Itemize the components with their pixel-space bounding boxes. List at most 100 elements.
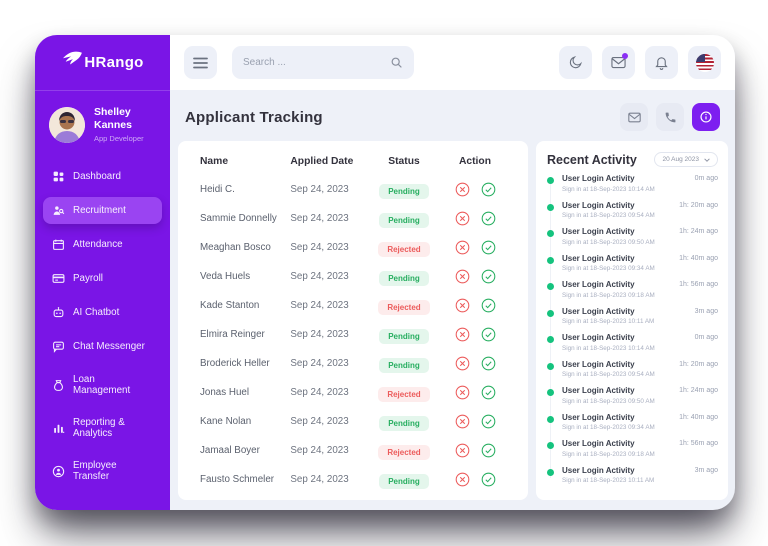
reject-icon[interactable] xyxy=(455,211,470,226)
table-row: Kane Nolan Sep 24, 2023 Pending xyxy=(178,407,528,436)
applied-date: Sep 24, 2023 xyxy=(290,474,349,485)
sidebar-item-label: Reporting & Analytics xyxy=(73,417,125,440)
reject-icon[interactable] xyxy=(455,182,470,197)
mail-icon xyxy=(627,112,641,122)
applicant-name: Broderick Heller xyxy=(200,358,270,369)
activity-item-title: User Login Activity xyxy=(562,412,635,422)
activity-item-title: User Login Activity xyxy=(562,465,635,475)
activity-item: User Login Activity Sign in at 18-Sep-20… xyxy=(547,466,718,493)
messages-button[interactable] xyxy=(602,46,635,79)
table-row: Fausto Schmeler Sep 24, 2023 Pending xyxy=(178,465,528,494)
reject-icon[interactable] xyxy=(455,327,470,342)
activity-item-subtitle: Sign in at 18-Sep-2023 09:50 AM xyxy=(562,238,655,246)
activity-item-time: 1h: 20m ago xyxy=(679,360,718,368)
sidebar-item-attendance[interactable]: Attendance xyxy=(43,231,162,258)
approve-icon[interactable] xyxy=(481,182,496,197)
topbar-actions xyxy=(559,46,721,79)
reject-icon[interactable] xyxy=(455,240,470,255)
table-row: Jonas Huel Sep 24, 2023 Rejected xyxy=(178,378,528,407)
sidebar-item-chat-messenger[interactable]: Chat Messenger xyxy=(43,333,162,360)
activity-filter-value: 20 Aug 2023 xyxy=(662,156,699,163)
activity-item: User Login Activity Sign in at 18-Sep-20… xyxy=(547,307,718,334)
sidebar-item-dashboard[interactable]: Dashboard xyxy=(43,163,162,190)
sidebar-item-payroll[interactable]: Payroll xyxy=(43,265,162,292)
info-action-button[interactable] xyxy=(692,103,720,131)
activity-title: Recent Activity xyxy=(547,152,637,167)
language-button[interactable] xyxy=(688,46,721,79)
phone-action-button[interactable] xyxy=(656,103,684,131)
activity-list: User Login Activity Sign in at 18-Sep-20… xyxy=(547,174,718,492)
calendar-icon xyxy=(53,239,64,251)
action-cell xyxy=(444,414,506,429)
hamburger-menu-button[interactable] xyxy=(184,46,217,79)
action-cell xyxy=(444,472,506,487)
logo: HRango xyxy=(35,35,170,91)
action-cell xyxy=(444,385,506,400)
status-badge: Pending xyxy=(379,270,429,286)
activity-date-filter[interactable]: 20 Aug 2023 xyxy=(654,152,718,167)
approve-icon[interactable] xyxy=(481,298,496,313)
activity-item-title: User Login Activity xyxy=(562,439,635,448)
activity-item-subtitle: Sign in at 18-Sep-2023 10:14 AM xyxy=(562,185,655,193)
reject-icon[interactable] xyxy=(455,385,470,400)
applicant-name: Jamaal Boyer xyxy=(200,445,260,456)
approve-icon[interactable] xyxy=(481,443,496,458)
activity-item: User Login Activity Sign in at 18-Sep-20… xyxy=(547,333,718,360)
reject-icon[interactable] xyxy=(455,269,470,284)
sidebar: HRango Shelley Kannes App Developer Dash… xyxy=(35,35,170,510)
approve-icon[interactable] xyxy=(481,327,496,342)
approve-icon[interactable] xyxy=(481,240,496,255)
reject-icon[interactable] xyxy=(455,443,470,458)
activity-item-title: User Login Activity xyxy=(562,227,635,236)
reject-icon[interactable] xyxy=(455,356,470,371)
activity-item-title: User Login Activity xyxy=(562,306,635,316)
activity-item-time: 1h: 20m ago xyxy=(679,201,718,209)
applicant-name: Kane Nolan xyxy=(200,416,252,427)
sidebar-item-ai-chatbot[interactable]: AI Chatbot xyxy=(43,299,162,326)
reject-icon[interactable] xyxy=(455,298,470,313)
activity-item-time: 0m ago xyxy=(694,175,718,182)
applied-date: Sep 24, 2023 xyxy=(290,387,349,398)
activity-item-time: 1h: 56m ago xyxy=(679,281,718,288)
approve-icon[interactable] xyxy=(481,356,496,371)
activity-dot-icon xyxy=(547,230,554,237)
moon-icon xyxy=(569,56,582,69)
reject-icon[interactable] xyxy=(455,472,470,487)
notification-dot xyxy=(622,53,628,59)
sidebar-item-recruitment[interactable]: Recruitment xyxy=(43,197,162,225)
activity-dot-icon xyxy=(547,256,554,264)
activity-item: User Login Activity Sign in at 18-Sep-20… xyxy=(547,360,718,387)
status-badge: Pending xyxy=(379,212,429,228)
table-row: Elmira Reinger Sep 24, 2023 Pending xyxy=(178,320,528,349)
column-header-status: Status xyxy=(388,156,420,167)
sidebar-item-employee-transfer[interactable]: Employee Transfer xyxy=(43,453,162,489)
applied-date: Sep 24, 2023 xyxy=(290,242,349,253)
activity-item-time: 1h: 24m ago xyxy=(679,228,718,235)
approve-icon[interactable] xyxy=(481,211,496,226)
approve-icon[interactable] xyxy=(481,385,496,400)
sidebar-item-loan-management[interactable]: Loan Management xyxy=(43,367,162,403)
table-header-row: Name Applied Date Status Action xyxy=(178,148,528,175)
approve-icon[interactable] xyxy=(481,472,496,487)
reject-icon[interactable] xyxy=(455,414,470,429)
table-row: Veda Huels Sep 24, 2023 Pending xyxy=(178,262,528,291)
approve-icon[interactable] xyxy=(481,269,496,284)
sidebar-item-reporting-analytics[interactable]: Reporting & Analytics xyxy=(43,410,162,446)
info-icon xyxy=(700,111,712,123)
page-header-actions xyxy=(620,103,720,131)
status-badge: Rejected xyxy=(378,444,430,460)
notifications-button[interactable] xyxy=(645,46,678,79)
search-input[interactable] xyxy=(243,57,390,68)
wing-icon xyxy=(63,51,83,64)
user-profile[interactable]: Shelley Kannes App Developer xyxy=(35,91,170,151)
status-badge: Rejected xyxy=(378,299,430,315)
dark-mode-button[interactable] xyxy=(559,46,592,79)
chevron-down-icon xyxy=(704,157,710,162)
table-body: Heidi C. Sep 24, 2023 Pending Sammie Don… xyxy=(178,175,528,494)
mail-action-button[interactable] xyxy=(620,103,648,131)
sidebar-item-label: AI Chatbot xyxy=(73,307,120,319)
approve-icon[interactable] xyxy=(481,414,496,429)
activity-item-time: 3m ago xyxy=(694,466,718,474)
activity-item: User Login Activity Sign in at 18-Sep-20… xyxy=(547,280,718,307)
action-cell xyxy=(444,269,506,284)
